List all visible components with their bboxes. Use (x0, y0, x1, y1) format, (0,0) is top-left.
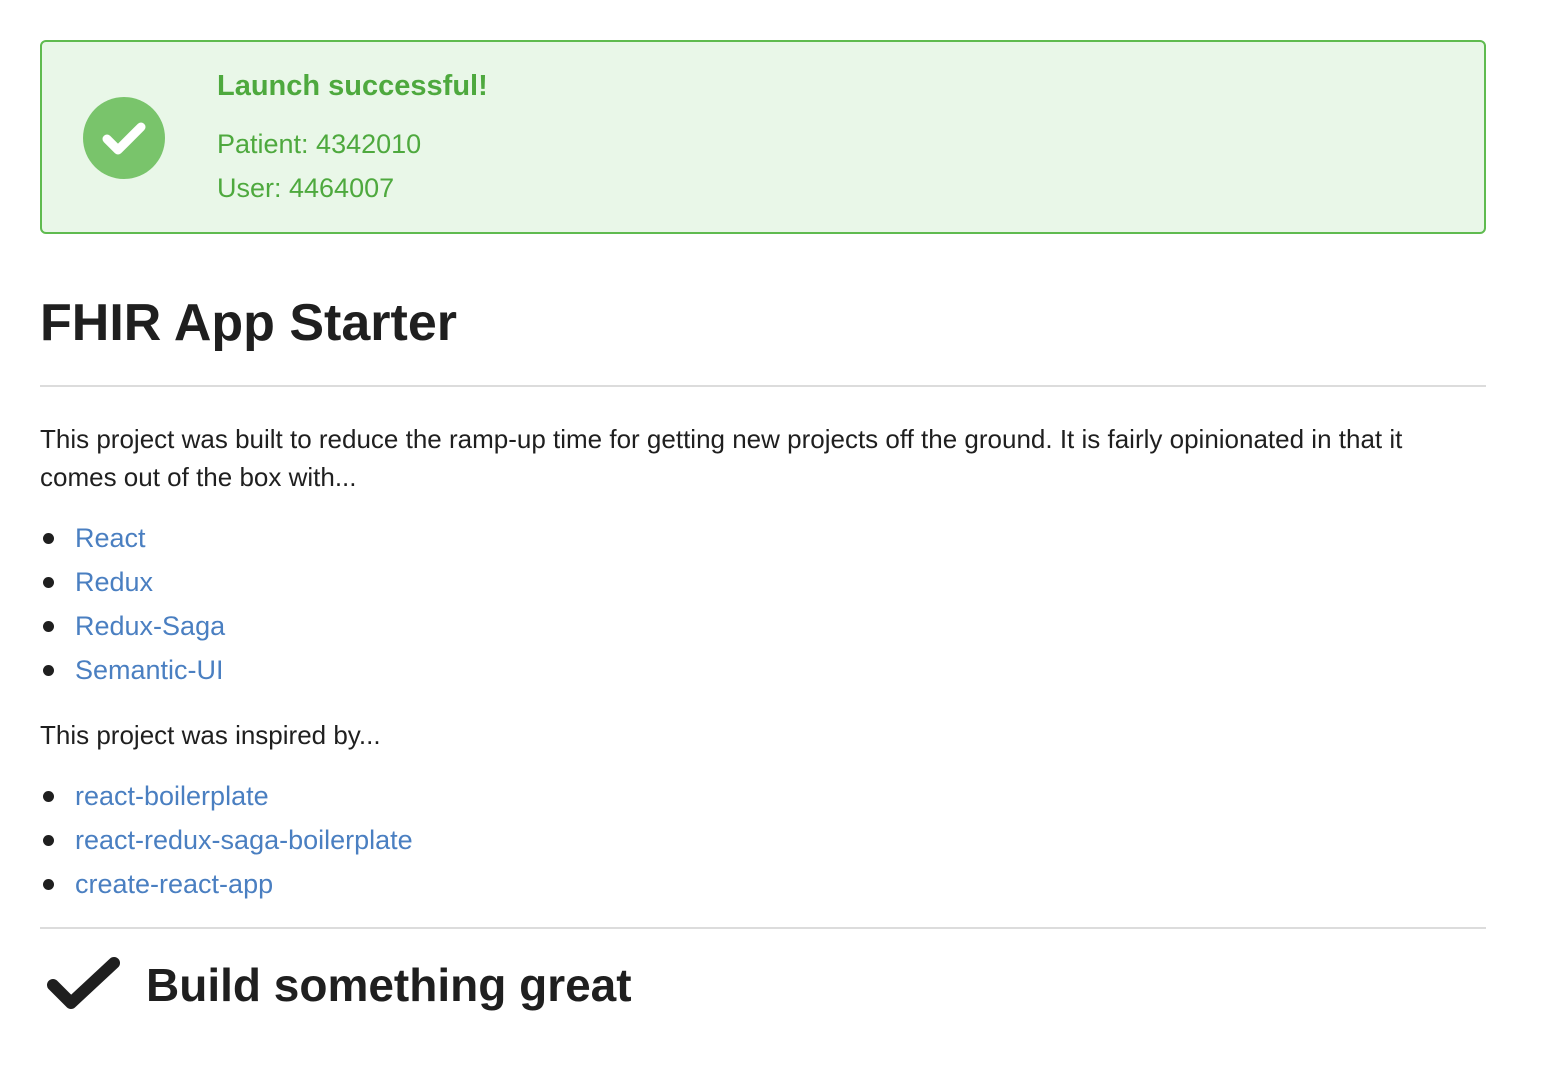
bullet-icon (43, 835, 54, 846)
divider (40, 385, 1486, 387)
bullet-icon (43, 577, 54, 588)
list-item: react-redux-saga-boilerplate (40, 818, 413, 862)
bullet-icon (43, 621, 54, 632)
inspired-list: react-boilerplate react-redux-saga-boile… (40, 774, 413, 906)
intro-text: This project was built to reduce the ram… (40, 424, 1403, 492)
page-title: FHIR App Starter (40, 294, 457, 352)
link-redux[interactable]: Redux (75, 567, 153, 597)
list-item: create-react-app (40, 862, 413, 906)
check-circle-icon (83, 97, 165, 179)
footer-heading: Build something great (40, 950, 632, 1020)
inspired-text: This project was inspired by... (40, 720, 381, 750)
success-content: Launch successful! Patient: 4342010 User… (217, 66, 488, 210)
link-semantic-ui[interactable]: Semantic-UI (75, 655, 224, 685)
link-react-boilerplate[interactable]: react-boilerplate (75, 781, 269, 811)
list-item: Redux (40, 560, 225, 604)
list-item: React (40, 516, 225, 560)
stack-list: React Redux Redux-Saga Semantic-UI (40, 516, 225, 692)
list-item: Semantic-UI (40, 648, 225, 692)
bullet-icon (43, 533, 54, 544)
user-id: User: 4464007 (217, 173, 395, 203)
bullet-icon (43, 665, 54, 676)
divider (40, 927, 1486, 929)
bullet-icon (43, 879, 54, 890)
list-item: react-boilerplate (40, 774, 413, 818)
success-message: Launch successful! Patient: 4342010 User… (40, 40, 1486, 234)
main-container: Launch successful! Patient: 4342010 User… (40, 40, 1486, 1011)
success-title: Launch successful! (217, 70, 488, 102)
link-react[interactable]: React (75, 523, 146, 553)
footer-title: Build something great (146, 959, 632, 1011)
patient-id: Patient: 4342010 (217, 129, 422, 159)
list-item: Redux-Saga (40, 604, 225, 648)
page: Launch successful! Patient: 4342010 User… (0, 0, 1552, 1082)
checkmark-icon (47, 957, 120, 1009)
link-react-redux-saga-boilerplate[interactable]: react-redux-saga-boilerplate (75, 825, 413, 855)
link-create-react-app[interactable]: create-react-app (75, 869, 273, 899)
bullet-icon (43, 791, 54, 802)
link-redux-saga[interactable]: Redux-Saga (75, 611, 225, 641)
